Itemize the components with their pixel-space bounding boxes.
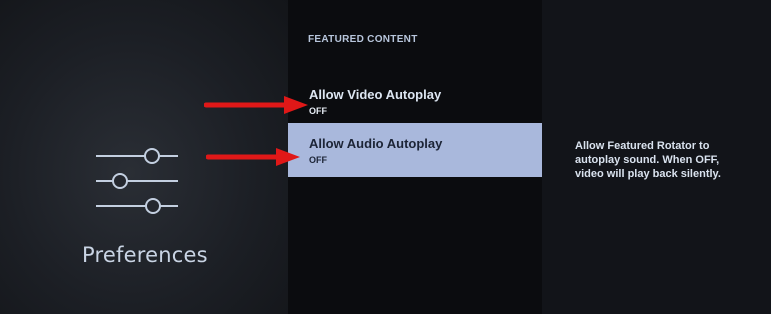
preferences-title: Preferences — [82, 243, 208, 267]
annotation-arrow-icon — [204, 96, 308, 114]
section-header: FEATURED CONTENT — [308, 34, 418, 45]
setting-description: Allow Featured Rotator to autoplay sound… — [575, 140, 721, 180]
menu-item-label: Allow Audio Autoplay — [309, 136, 443, 151]
allow-video-autoplay-item[interactable]: Allow Video Autoplay OFF — [288, 74, 542, 128]
menu-item-label: Allow Video Autoplay — [309, 87, 442, 102]
allow-audio-autoplay-item[interactable]: Allow Audio Autoplay OFF — [288, 123, 542, 177]
sliders-icon — [96, 148, 178, 214]
annotation-arrow-icon — [206, 148, 300, 166]
